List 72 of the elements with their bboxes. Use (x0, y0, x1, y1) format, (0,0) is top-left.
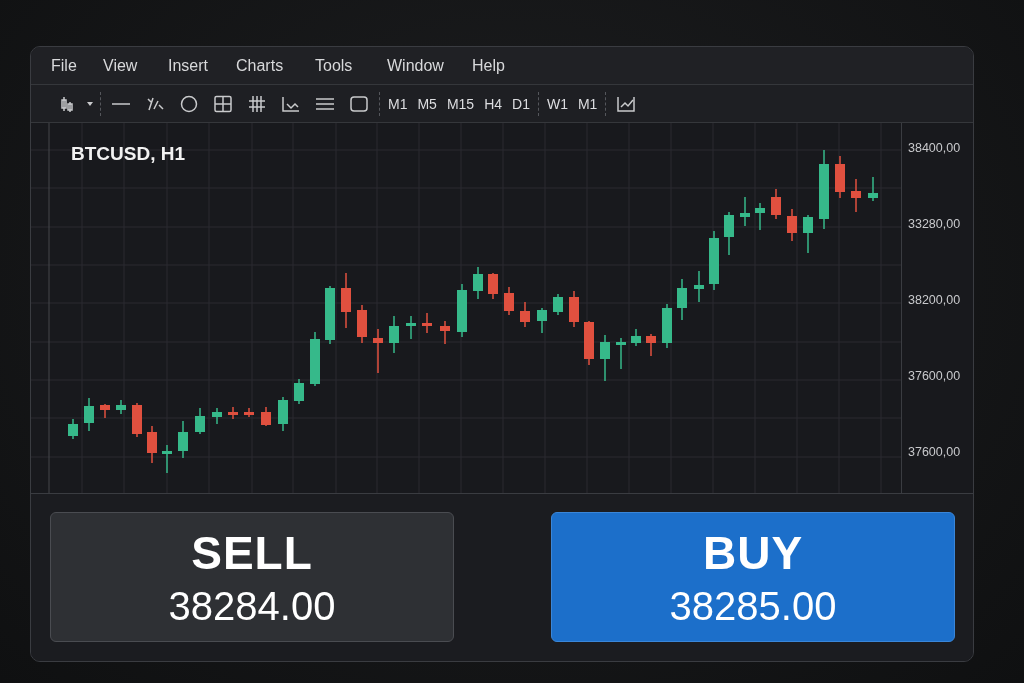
candlestick (132, 402, 142, 438)
candlestick (422, 312, 432, 334)
timeframe-button[interactable]: M15 (441, 89, 480, 118)
candlestick (646, 333, 656, 357)
candlestick (803, 214, 813, 254)
candlestick (373, 328, 383, 374)
candlestick (488, 272, 498, 300)
candlestick (244, 407, 254, 418)
candlestick (616, 337, 626, 370)
price-label: 38200,00 (908, 293, 962, 309)
buy-button[interactable]: BUY 38285.00 (551, 512, 955, 642)
candlestick (724, 211, 734, 256)
candlestick (553, 293, 563, 316)
candlestick (755, 202, 765, 231)
candlestick (709, 230, 719, 291)
candlestick (694, 270, 704, 303)
candlestick (406, 315, 416, 340)
symbol-title: BTCUSD, H1 (71, 143, 185, 165)
candlestick (771, 188, 781, 220)
candlestick (261, 406, 271, 427)
candlestick (310, 331, 320, 387)
timeframe-button[interactable]: H4 (479, 89, 508, 118)
timeframe-button[interactable]: W1 (541, 89, 573, 118)
candlestick (457, 283, 467, 338)
menu-item[interactable]: Window (387, 56, 472, 75)
timeframe-button[interactable]: M1 (383, 89, 413, 118)
candlestick (537, 307, 547, 334)
candlestick (116, 399, 126, 415)
candlestick (520, 301, 530, 328)
candlestick (473, 266, 483, 300)
candlestick (662, 303, 672, 349)
candlestick (325, 285, 335, 345)
candlestick (100, 403, 110, 419)
candlestick (389, 315, 399, 354)
sell-button[interactable]: SELL 38284.00 (50, 512, 454, 642)
candlestick (84, 397, 94, 432)
candlestick (677, 278, 687, 321)
candlestick (357, 304, 367, 344)
timeframe-button[interactable]: D1 (507, 89, 535, 118)
candlestick (341, 272, 351, 329)
candlestick (195, 407, 205, 435)
candlestick (504, 286, 514, 316)
candlestick (787, 208, 797, 242)
candlestick (835, 155, 845, 199)
price-label: 37600,00 (908, 445, 962, 461)
menu-item[interactable]: Charts (236, 56, 315, 75)
candlestick (162, 444, 172, 474)
menu-item[interactable]: Tools (315, 56, 387, 75)
candlestick (294, 378, 304, 405)
candlestick (278, 396, 288, 432)
timeframe-button[interactable]: M1 (572, 89, 603, 118)
menu-item[interactable]: Help (472, 56, 532, 75)
menu-item[interactable]: File (51, 56, 103, 75)
candlestick (584, 320, 594, 366)
candlestick (600, 334, 610, 382)
menu-item[interactable]: Insert (168, 56, 236, 75)
candlestick (631, 328, 641, 347)
candlestick (178, 420, 188, 459)
candlestick (212, 407, 222, 425)
price-label: 33280,00 (908, 217, 962, 233)
price-label: 38400,00 (908, 141, 962, 157)
price-label: 37600,00 (908, 369, 962, 385)
candlestick (228, 406, 238, 420)
candlestick (740, 196, 750, 227)
candlestick (68, 418, 78, 440)
candlestick (440, 320, 450, 345)
candlestick (851, 178, 861, 213)
candlestick (868, 176, 878, 202)
menu-item[interactable]: View (103, 56, 168, 75)
timeframe-button[interactable]: M5 (412, 89, 442, 118)
candlestick (569, 290, 579, 328)
candlestick (147, 425, 157, 464)
